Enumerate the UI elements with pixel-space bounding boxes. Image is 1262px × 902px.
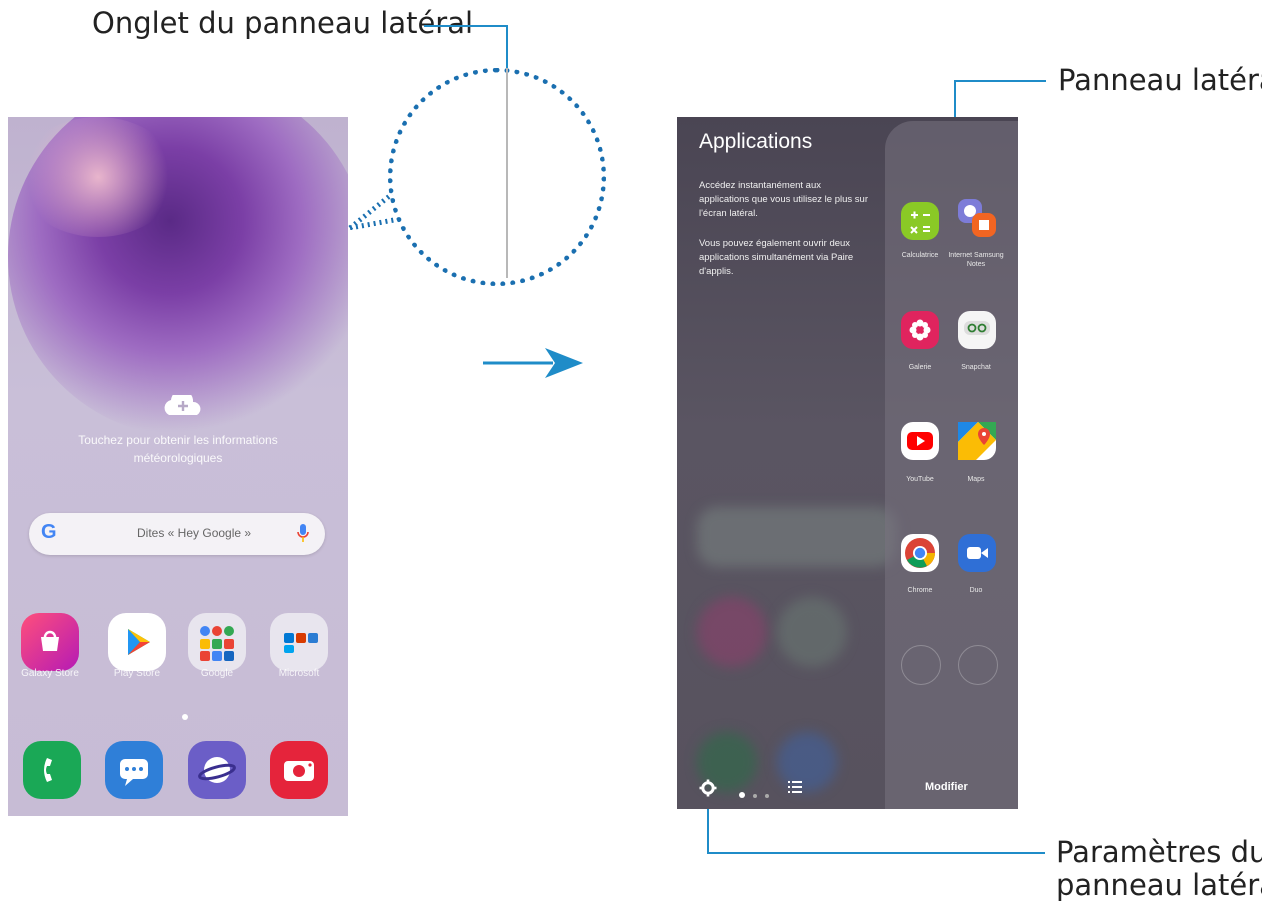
edge-handle[interactable] bbox=[506, 68, 508, 278]
phone-icon[interactable] bbox=[23, 741, 81, 799]
app-label: Galaxy Store bbox=[21, 668, 79, 679]
edge-tab-magnifier bbox=[388, 68, 606, 286]
weather-cloud-icon[interactable] bbox=[161, 395, 205, 417]
mic-icon[interactable] bbox=[297, 524, 309, 544]
blurred-background bbox=[777, 597, 847, 667]
edge-settings-callout: Paramètres du panneau latéral bbox=[1056, 836, 1262, 902]
duo-icon[interactable] bbox=[958, 534, 996, 572]
page-dot bbox=[753, 794, 758, 798]
home-screen: Touchez pour obtenir les informations mé… bbox=[8, 117, 348, 816]
internet-icon[interactable] bbox=[188, 741, 246, 799]
page-indicator bbox=[182, 714, 188, 720]
edge-tab-leader-h bbox=[424, 25, 508, 27]
weather-prompt[interactable]: Touchez pour obtenir les informations mé… bbox=[48, 431, 308, 467]
edit-button[interactable]: Modifier bbox=[925, 781, 968, 793]
edge-tab-callout: Onglet du panneau latéral bbox=[92, 6, 474, 40]
page-dot-active bbox=[739, 792, 745, 798]
transition-arrow-icon bbox=[483, 348, 583, 378]
wallpaper-flower-accent bbox=[18, 117, 178, 237]
empty-slot-icon[interactable] bbox=[901, 645, 941, 685]
edge-panel-leader-h bbox=[954, 80, 1046, 82]
edge-panel-title: Applications bbox=[699, 130, 813, 153]
chrome-icon[interactable] bbox=[901, 534, 939, 572]
edge-app-label: Internet Samsung Notes bbox=[948, 252, 1004, 268]
page-indicator bbox=[739, 785, 769, 803]
edge-app-label: Snapchat bbox=[961, 364, 991, 371]
empty-slot-icon[interactable] bbox=[958, 645, 998, 685]
edge-description-2: Vous pouvez également ouvrir deux applic… bbox=[699, 238, 854, 277]
microsoft-folder-icon[interactable] bbox=[270, 613, 328, 671]
list-icon[interactable] bbox=[788, 781, 802, 793]
edge-settings-callout-line1: Paramètres du bbox=[1056, 835, 1262, 869]
search-placeholder: Dites « Hey Google » bbox=[137, 526, 252, 540]
google-folder-icon[interactable] bbox=[188, 613, 246, 671]
app-label: Play Store bbox=[113, 668, 161, 679]
youtube-icon[interactable] bbox=[901, 422, 939, 460]
maps-icon[interactable] bbox=[958, 422, 996, 460]
edge-app-label: Duo bbox=[969, 587, 983, 594]
edge-panel: Calculatrice Internet Samsung Notes Gale… bbox=[885, 121, 1018, 809]
gear-icon[interactable] bbox=[699, 779, 717, 797]
app-label: Google bbox=[200, 668, 234, 679]
app-label: Microsoft bbox=[278, 668, 320, 679]
snap-icon[interactable] bbox=[958, 311, 996, 349]
internet-notes-pair-icon[interactable] bbox=[958, 199, 996, 237]
edge-settings-callout-line2: panneau latéral bbox=[1056, 868, 1262, 902]
edge-bottom-bar: Modifier bbox=[677, 772, 1018, 809]
page-dot bbox=[764, 794, 769, 798]
gallery-icon[interactable] bbox=[901, 311, 939, 349]
calculator-icon[interactable] bbox=[901, 202, 939, 240]
galaxy-store-icon[interactable] bbox=[21, 613, 79, 671]
edge-panel-callout: Panneau latéral bbox=[1058, 63, 1262, 97]
edge-panel-screen: Applications Accédez instantanément aux … bbox=[677, 117, 1018, 809]
blurred-background bbox=[697, 597, 767, 667]
messages-icon[interactable] bbox=[105, 741, 163, 799]
edge-settings-leader-h bbox=[707, 852, 1045, 854]
google-search-bar[interactable]: G Dites « Hey Google » bbox=[29, 513, 325, 555]
camera-icon[interactable] bbox=[270, 741, 328, 799]
play-store-icon[interactable] bbox=[108, 613, 166, 671]
edge-description-1: Accédez instantanément aux applications … bbox=[699, 180, 868, 219]
edge-app-label: Maps bbox=[967, 476, 985, 483]
google-logo-icon: G bbox=[41, 521, 57, 543]
blurred-background bbox=[697, 507, 897, 567]
